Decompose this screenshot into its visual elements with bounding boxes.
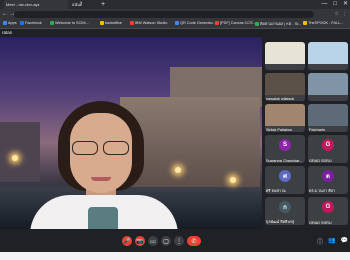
bookmark-item[interactable]: TheSPOOK - FALL...: [303, 21, 343, 25]
speaker-mouth: [91, 177, 111, 181]
background-light: [12, 155, 18, 161]
participant-video: [265, 42, 305, 64]
avatar: ก: [279, 201, 291, 213]
captions-icon[interactable]: CC: [148, 236, 158, 246]
main-speaker-video: [0, 37, 262, 229]
glasses: [70, 141, 132, 157]
apps-icon: [3, 21, 7, 25]
window-controls: — □ ✕: [321, 0, 348, 9]
participant-tile[interactable]: ศ ศรี ธนชา ณ: [265, 166, 305, 194]
bookmark-item[interactable]: Apps: [3, 21, 17, 25]
maximize-icon[interactable]: □: [333, 0, 337, 9]
participant-video: [265, 104, 305, 126]
bookmark-icon: [215, 21, 219, 25]
bookmark-item[interactable]: ติดตามงานผล | KB - St...: [255, 21, 301, 27]
close-icon[interactable]: ✕: [343, 0, 348, 9]
microphone-off-icon[interactable]: 🎤: [122, 236, 132, 246]
avatar: ด: [322, 170, 334, 182]
participant-tile[interactable]: ก กุลพัฒน์ สิทธิพรสุ: [265, 197, 305, 225]
participant-tile[interactable]: [265, 42, 305, 70]
tab-label: Meet - rav-rkrv-ayz: [6, 2, 40, 7]
participant-video: [308, 104, 348, 126]
camera-off-icon[interactable]: 📷: [135, 236, 145, 246]
menu-icon[interactable]: ⋮: [342, 11, 347, 17]
speaker-inner-shirt: [88, 207, 118, 229]
participant-video: [308, 42, 348, 64]
participant-tile[interactable]: Sirilak Paitaksu: [265, 104, 305, 132]
star-icon[interactable]: ☆: [335, 11, 339, 17]
bookmark-item[interactable]: IBM Watson Studio: [130, 21, 167, 25]
bookmark-item[interactable]: [PDF] Canvas CCS...: [215, 21, 256, 25]
participant-tile[interactable]: ด ดร.อ.วนภา ศิลา: [308, 166, 348, 194]
address-actions: ☆ ⋮: [335, 11, 347, 17]
bookmark-item[interactable]: QR Code Generato...: [175, 21, 216, 25]
background-building: [0, 122, 40, 182]
chat-icon[interactable]: 💬: [341, 237, 348, 246]
bookmark-item[interactable]: Welcome to SCIM...: [50, 21, 89, 25]
info-icon[interactable]: ⓘ: [317, 237, 323, 246]
present-icon[interactable]: ▢: [161, 236, 171, 246]
bookmark-icon: [303, 21, 307, 25]
participant-tile[interactable]: [308, 73, 348, 101]
background-light: [230, 177, 236, 183]
participant-video: [265, 73, 305, 95]
end-call-button[interactable]: ✆: [187, 236, 201, 246]
meet-header: ratas: [0, 29, 350, 37]
browser-tab-bar: Meet - rav-rkrv-ayz อนันต์ี + — □ ✕: [0, 0, 350, 9]
tab-2[interactable]: อนันต์ี: [70, 0, 100, 9]
bookmark-icon: [50, 21, 54, 25]
facebook-icon: [20, 21, 24, 25]
new-tab-button[interactable]: +: [101, 0, 105, 9]
participant-tile[interactable]: Patcharin: [308, 104, 348, 132]
tab-label: อนันต์ี: [72, 2, 83, 7]
bookmark-item[interactable]: backoffice: [100, 21, 122, 25]
participant-video: [308, 73, 348, 95]
address-bar[interactable]: meet.google.com/rav-rkrv-ayz?authuser=1: [14, 11, 314, 25]
bookmark-icon: [130, 21, 134, 25]
avatar: G: [322, 139, 334, 151]
minimize-icon[interactable]: —: [321, 0, 327, 9]
bookmark-icon: [175, 21, 179, 25]
meeting-title: ratas: [2, 30, 13, 35]
people-icon[interactable]: 👥: [328, 237, 335, 246]
participant-tile[interactable]: S Suwanna Chanchar...: [265, 135, 305, 163]
avatar: ศ: [279, 170, 291, 182]
bookmark-icon: [100, 21, 104, 25]
participant-grid: nawaluk wilaisuk Sirilak Paitaksu Patcha…: [262, 37, 350, 229]
bookmark-icon: [255, 22, 259, 26]
bookmark-item[interactable]: Facebook: [20, 21, 42, 25]
speaker-person: [30, 101, 186, 229]
participant-tile[interactable]: G GRAD SSRU: [308, 197, 348, 225]
participant-tile[interactable]: [308, 42, 348, 70]
avatar: S: [279, 139, 291, 151]
participant-tile[interactable]: G GRAD SSRU: [308, 135, 348, 163]
meeting-side-actions: ⓘ 👥 💬: [317, 237, 348, 246]
bookmarks-bar: Apps Facebook Welcome to SCIM... backoff…: [0, 20, 350, 29]
horizontal-scrollbar[interactable]: [0, 252, 350, 260]
tab-meet[interactable]: Meet - rav-rkrv-ayz: [4, 0, 68, 9]
avatar: G: [322, 201, 334, 213]
participant-tile[interactable]: nawaluk wilaisuk: [265, 73, 305, 101]
more-options-icon[interactable]: ⋮: [174, 236, 184, 246]
address-bar-row: ← → ↻ meet.google.com/rav-rkrv-ayz?authu…: [0, 9, 350, 25]
